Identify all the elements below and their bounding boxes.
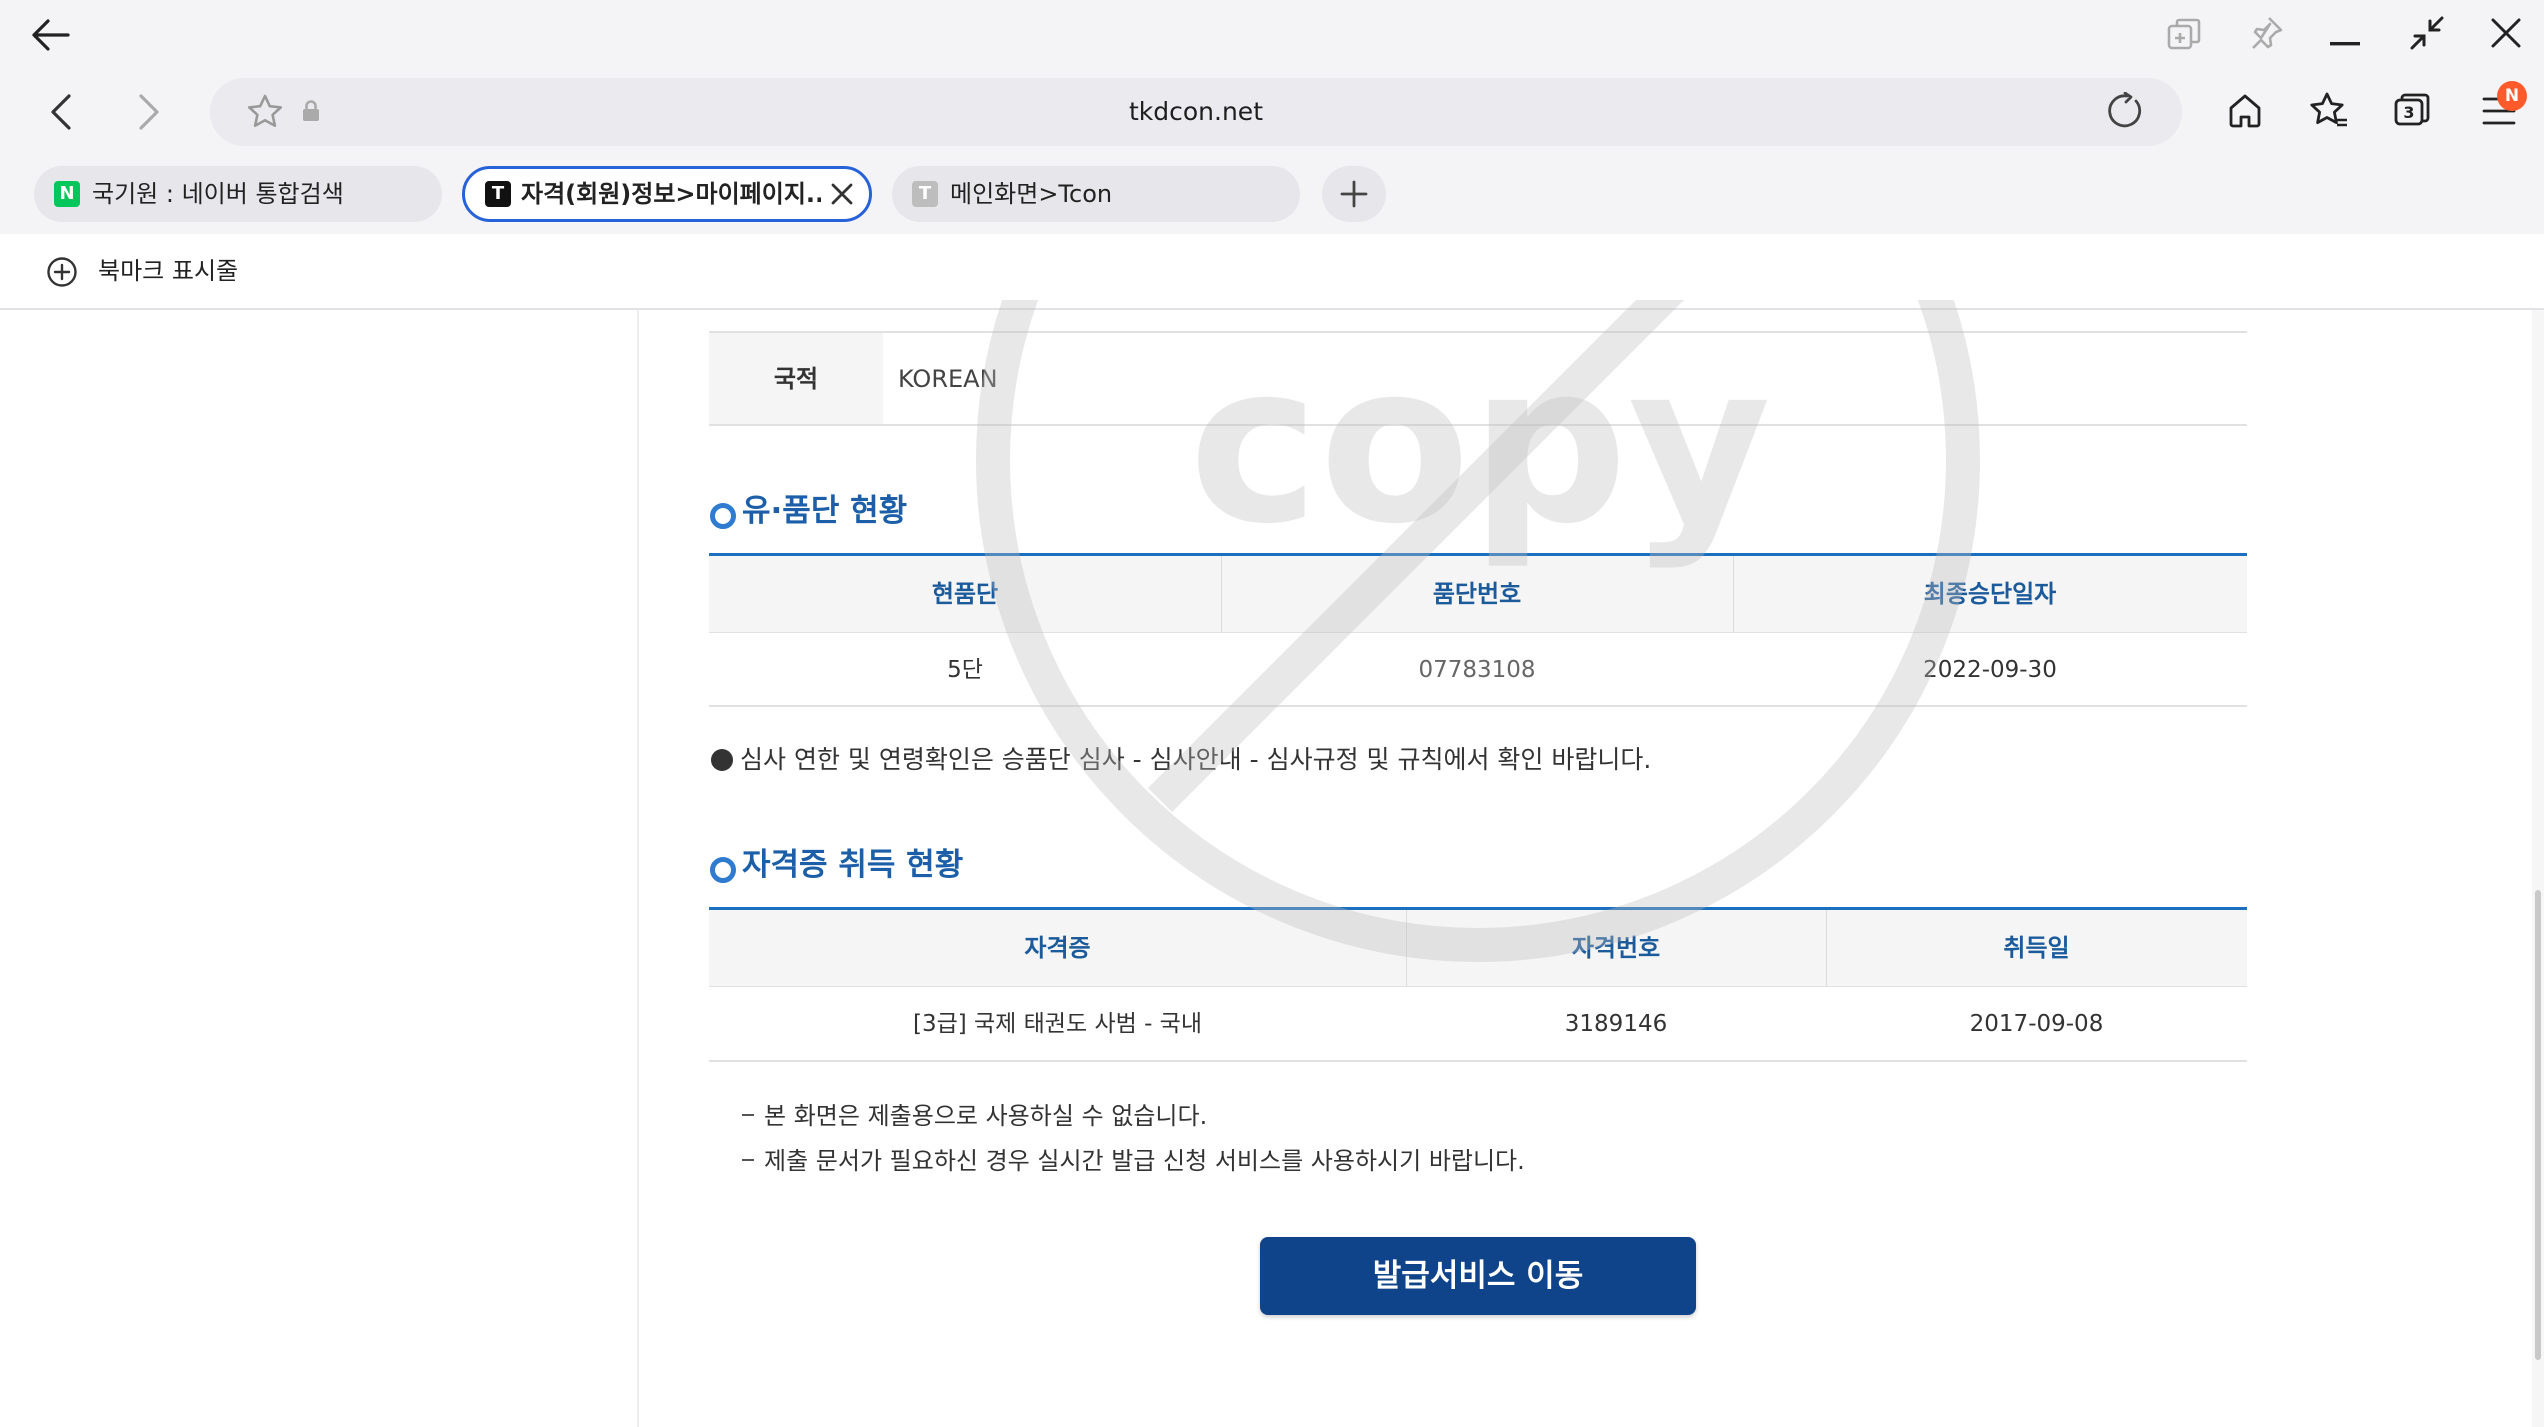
issue-service-button[interactable]: 발급서비스 이동	[1260, 1237, 1696, 1315]
lock-icon	[302, 100, 320, 122]
row-divider	[709, 424, 2247, 426]
section-bullet-icon	[710, 857, 736, 883]
bookmark-bar-label[interactable]: 북마크 표시줄	[98, 256, 238, 286]
notification-badge: N	[2497, 81, 2527, 111]
tab-label: 자격(회원)정보>마이페이지...	[521, 180, 821, 208]
note-dash-icon	[742, 1114, 754, 1116]
back-arrow-icon[interactable]	[30, 18, 70, 52]
acquisition-date-value: 2017-09-08	[1969, 1011, 2104, 1037]
notice-text: 심사 연한 및 연령확인은 승품단 심사 - 심사안내 - 심사규정 및 규칙에…	[740, 745, 1652, 774]
tabs-overview-icon[interactable]: 3	[2393, 92, 2431, 128]
dan-number-value: 07783108	[1418, 657, 1536, 683]
minimize-icon[interactable]	[2330, 42, 2360, 46]
tab-count-badge: 3	[2403, 103, 2415, 122]
plus-icon	[1340, 180, 1368, 208]
poom-section-title: 유·품단 현황	[742, 493, 908, 529]
add-bookmark-icon[interactable]	[46, 256, 78, 288]
note-dash-icon	[742, 1159, 754, 1161]
poom-header-last-promotion-date: 최종승단일자	[1923, 580, 2057, 608]
tab-label: 국기원 : 네이버 통합검색	[92, 180, 344, 208]
scrollbar-thumb[interactable]	[2535, 890, 2541, 1360]
nationality-value: KOREAN	[898, 365, 998, 393]
section-bullet-icon	[710, 503, 736, 529]
cert-header-date: 취득일	[2003, 934, 2070, 962]
naver-favicon-icon: N	[54, 181, 80, 207]
note-line: 제출 문서가 필요하신 경우 실시간 발급 신청 서비스를 사용하시기 바랍니다…	[764, 1147, 1525, 1175]
restore-icon[interactable]	[2410, 16, 2444, 50]
new-tab-button[interactable]	[1322, 166, 1386, 222]
current-dan-value: 5단	[947, 657, 983, 683]
cert-header-number: 자격번호	[1571, 934, 1661, 962]
cert-header-certificate: 자격증	[1024, 934, 1091, 962]
poom-header-dan-number: 품단번호	[1432, 580, 1522, 608]
nationality-label: 국적	[773, 365, 819, 393]
certificate-name-value: [3급] 국제 태권도 사범 - 국내	[912, 1011, 1203, 1037]
tcon-favicon-icon: T	[485, 181, 511, 207]
home-icon[interactable]	[2227, 92, 2263, 128]
reload-icon[interactable]	[2106, 92, 2144, 130]
tab-label: 메인화면>Tcon	[950, 180, 1113, 208]
tcon-favicon-icon: T	[912, 181, 938, 207]
poom-header-current-dan: 현품단	[931, 580, 999, 608]
layout-divider	[637, 310, 639, 1427]
bookmark-bar	[0, 234, 2544, 310]
bookmark-star-icon[interactable]	[246, 93, 284, 129]
back-icon[interactable]	[50, 94, 72, 130]
favorites-icon[interactable]	[2309, 90, 2349, 130]
tab-member-info[interactable]: T 자격(회원)정보>마이페이지...	[462, 166, 872, 222]
forward-icon[interactable]	[138, 94, 160, 130]
copy-window-icon[interactable]	[2166, 17, 2202, 53]
close-tab-icon[interactable]	[831, 183, 853, 205]
notice-bullet-icon	[711, 749, 733, 771]
url-text[interactable]: tkdcon.net	[210, 78, 2182, 146]
close-window-icon[interactable]	[2491, 18, 2521, 48]
tab-naver-search[interactable]: N 국기원 : 네이버 통합검색	[34, 166, 442, 222]
tab-tcon-main[interactable]: T 메인화면>Tcon	[892, 166, 1300, 222]
cert-section-title: 자격증 취득 현황	[742, 847, 964, 883]
row-divider	[709, 705, 2247, 707]
address-bar[interactable]: tkdcon.net	[210, 78, 2182, 146]
certificate-number-value: 3189146	[1564, 1011, 1668, 1037]
note-line: 본 화면은 제출용으로 사용하실 수 없습니다.	[764, 1102, 1208, 1130]
window-titlebar	[0, 0, 2544, 70]
promotion-date-value: 2022-09-30	[1923, 657, 2057, 683]
row-divider	[709, 1060, 2247, 1062]
pin-icon[interactable]	[2248, 15, 2284, 51]
